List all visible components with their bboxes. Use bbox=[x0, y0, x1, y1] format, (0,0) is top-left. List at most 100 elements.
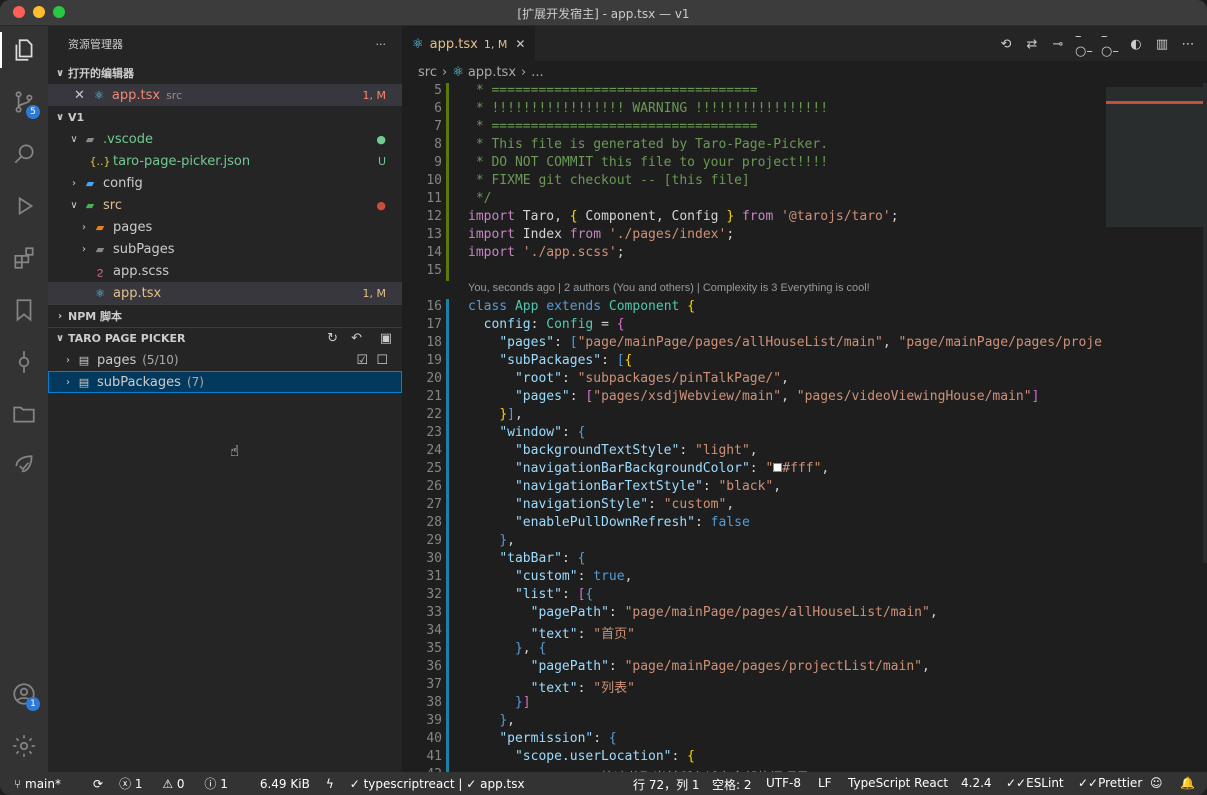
code-line[interactable]: }], bbox=[468, 407, 522, 422]
source-control-icon[interactable]: 5 bbox=[0, 78, 48, 126]
code-line[interactable]: "navigationBarTextStyle": "black", bbox=[468, 479, 781, 494]
type-check[interactable]: ✓ typescriptreact | ✓ app.tsx bbox=[350, 777, 525, 791]
git-commit-icon[interactable] bbox=[0, 338, 48, 386]
search-icon[interactable] bbox=[0, 130, 48, 178]
close-tab-icon[interactable]: ✕ bbox=[515, 37, 525, 51]
more-actions-icon[interactable]: ⋯ bbox=[1179, 35, 1197, 53]
code-line[interactable]: "window": { bbox=[468, 425, 585, 440]
code-line[interactable]: "root": "subpackages/pinTalkPage/", bbox=[468, 371, 789, 386]
check-leaf-icon[interactable] bbox=[0, 442, 48, 490]
undo-icon[interactable]: ↶ bbox=[351, 331, 362, 346]
code-line[interactable]: import './app.scss'; bbox=[468, 245, 625, 260]
picker-item-subpackages[interactable]: › ▤ subPackages (7) bbox=[48, 371, 402, 393]
code-line[interactable]: * FIXME git checkout -- [this file] bbox=[468, 173, 750, 188]
code-line[interactable]: "pagePath": "page/mainPage/pages/allHous… bbox=[468, 605, 938, 620]
check-all-icon[interactable]: ☑ bbox=[356, 353, 368, 368]
code-editor[interactable]: 5 * ================================== 6 … bbox=[402, 83, 1102, 772]
git-commit-icon[interactable]: ⊸ bbox=[1049, 35, 1067, 53]
code-line[interactable]: config: Config = { bbox=[468, 317, 625, 332]
lightning-icon[interactable]: ϟ bbox=[326, 777, 334, 791]
code-line[interactable]: "enablePullDownRefresh": false bbox=[468, 515, 750, 530]
picker-item-pages[interactable]: › ▤ pages (5/10) ☑ ☐ bbox=[48, 349, 402, 371]
code-line[interactable]: "backgroundTextStyle": "light", bbox=[468, 443, 758, 458]
tree-item[interactable]: › ▰ config bbox=[48, 172, 402, 194]
previous-change-icon[interactable]: –○– bbox=[1075, 29, 1093, 59]
code-line[interactable]: "custom": true, bbox=[468, 569, 632, 584]
save-icon[interactable]: ▣ bbox=[380, 331, 392, 346]
timeline-icon[interactable]: ⟲ bbox=[997, 35, 1015, 53]
code-line[interactable]: }, bbox=[468, 533, 515, 548]
code-line[interactable]: * !!!!!!!!!!!!!!!!! WARNING !!!!!!!!!!!!… bbox=[468, 101, 828, 116]
indentation[interactable]: 空格: 2 bbox=[712, 776, 752, 793]
code-line[interactable]: }, { bbox=[468, 641, 546, 656]
git-lens-icon[interactable]: ◐ bbox=[1127, 35, 1145, 53]
minimap[interactable] bbox=[1102, 83, 1207, 772]
minimap-viewport[interactable] bbox=[1106, 87, 1204, 227]
sync-icon[interactable]: ⟳ bbox=[93, 777, 103, 791]
code-line[interactable]: "text": "首页" bbox=[468, 623, 635, 642]
settings-gear-icon[interactable] bbox=[0, 722, 48, 770]
ts-version[interactable]: 4.2.4 bbox=[961, 776, 992, 790]
refresh-icon[interactable]: ↻ bbox=[327, 331, 338, 346]
eslint-status[interactable]: ✓✓ESLint bbox=[1006, 776, 1080, 790]
tree-item[interactable]: › ▰ pages bbox=[48, 216, 402, 238]
taro-page-picker-section[interactable]: ∨ TARO PAGE PICKER ↻ ↶ ▣ bbox=[48, 327, 402, 349]
next-change-icon[interactable]: –○– bbox=[1101, 29, 1119, 59]
workspace-folder-section[interactable]: ∨ V1 bbox=[48, 106, 402, 128]
tree-item[interactable]: ∨ ▰ src ● bbox=[48, 194, 402, 216]
close-icon[interactable]: ✕ bbox=[74, 88, 85, 103]
tree-item[interactable]: › ▰ subPages bbox=[48, 238, 402, 260]
code-line[interactable]: "tabBar": { bbox=[468, 551, 585, 566]
open-editors-section[interactable]: ∨ 打开的编辑器 bbox=[48, 62, 402, 84]
code-line[interactable]: "list": [{ bbox=[468, 587, 593, 602]
uncheck-all-icon[interactable]: ☐ bbox=[376, 353, 388, 368]
code-line[interactable]: "navigationStyle": "custom", bbox=[468, 497, 734, 512]
encoding[interactable]: UTF-8 bbox=[766, 776, 801, 790]
code-line[interactable]: import Index from './pages/index'; bbox=[468, 227, 734, 242]
tree-item[interactable]: ∨ ▰ .vscode ● bbox=[48, 128, 402, 150]
run-debug-icon[interactable] bbox=[0, 182, 48, 230]
code-line[interactable]: "navigationBarBackgroundColor": " #fff", bbox=[468, 461, 829, 476]
problems-indicator[interactable]: ⓧ 1 ⚠ 0 ⓘ 1 bbox=[119, 775, 244, 792]
notifications-icon[interactable]: 🔔 bbox=[1180, 776, 1195, 790]
breadcrumb-file[interactable]: app.tsx bbox=[468, 65, 516, 80]
code-line[interactable]: import Taro, { Component, Config } from … bbox=[468, 209, 899, 224]
bookmark-icon[interactable] bbox=[0, 286, 48, 334]
code-line[interactable]: "scope.userLocation": { bbox=[468, 749, 695, 764]
open-editor-item[interactable]: ✕ ⚛ app.tsx src 1, M bbox=[48, 84, 402, 106]
code-line[interactable]: * This file is generated by Taro-Page-Pi… bbox=[468, 137, 828, 152]
code-line[interactable]: * ================================== bbox=[468, 119, 758, 134]
account-icon[interactable]: 1 bbox=[0, 670, 48, 718]
code-line[interactable]: * ================================== bbox=[468, 83, 758, 98]
more-actions-icon[interactable]: ··· bbox=[376, 38, 387, 51]
explorer-icon[interactable] bbox=[0, 26, 48, 74]
code-line[interactable]: "subPackages": [{ bbox=[468, 353, 632, 368]
code-line[interactable]: * DO NOT COMMIT this file to your projec… bbox=[468, 155, 828, 170]
code-line[interactable]: }, bbox=[468, 713, 515, 728]
eol[interactable]: LF bbox=[818, 776, 832, 790]
tab-app-tsx[interactable]: ⚛ app.tsx 1, M ✕ bbox=[402, 26, 536, 61]
code-line[interactable]: "pagePath": "page/mainPage/pages/project… bbox=[468, 659, 930, 674]
feedback-icon[interactable]: ☺ bbox=[1150, 776, 1163, 790]
branch-indicator[interactable]: ⑂ main* bbox=[14, 777, 77, 791]
code-line[interactable]: }] bbox=[468, 695, 531, 710]
breadcrumb-symbol[interactable]: ... bbox=[531, 65, 543, 80]
folder-icon[interactable] bbox=[0, 390, 48, 438]
code-line[interactable]: */ bbox=[468, 191, 492, 206]
code-lens[interactable]: You, seconds ago | 2 authors (You and ot… bbox=[468, 282, 870, 294]
code-line[interactable]: "pages": ["pages/xsdjWebview/main", "pag… bbox=[468, 389, 1039, 404]
scrollbar[interactable] bbox=[1203, 83, 1207, 563]
npm-scripts-section[interactable]: › NPM 脚本 bbox=[48, 305, 402, 327]
tree-item[interactable]: {..} taro-page-picker.json U bbox=[48, 150, 402, 172]
language-mode[interactable]: TypeScript React bbox=[848, 776, 948, 790]
code-line[interactable]: "pages": ["page/mainPage/pages/allHouseL… bbox=[468, 335, 1102, 350]
prettier-status[interactable]: ✓✓Prettier bbox=[1078, 776, 1158, 790]
tree-item[interactable]: ϩ app.scss bbox=[48, 260, 402, 282]
cursor-position[interactable]: 行 72，列 1 bbox=[633, 776, 700, 793]
extensions-icon[interactable] bbox=[0, 234, 48, 282]
compare-changes-icon[interactable]: ⇄ bbox=[1023, 35, 1041, 53]
code-line[interactable]: "permission": { bbox=[468, 731, 616, 746]
tree-item[interactable]: ⚛ app.tsx 1, M bbox=[48, 282, 402, 304]
split-editor-icon[interactable]: ▥ bbox=[1153, 35, 1171, 53]
breadcrumb-src[interactable]: src bbox=[418, 65, 437, 80]
